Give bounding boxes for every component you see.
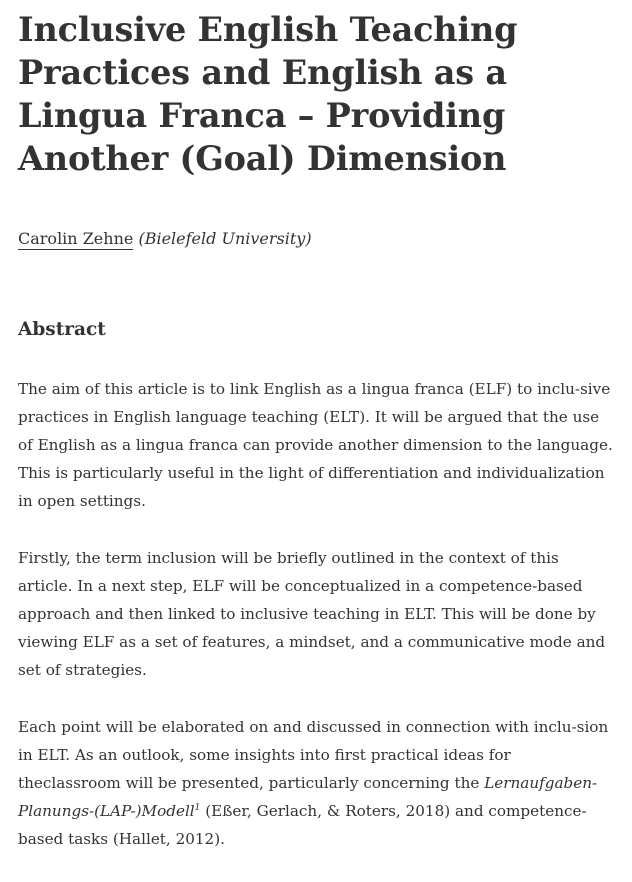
article-title: Inclusive English Teaching Practices and… (18, 10, 518, 178)
abstract-p3-line-3: classroom will be presented, particularl… (42, 774, 485, 792)
lap-model-term-2: Planungs-(LAP-)Modell (18, 802, 195, 820)
abstract-body: The aim of this article is to link Engli… (18, 375, 618, 882)
author-link[interactable]: Carolin Zehne (18, 229, 134, 250)
article-page: Inclusive English Teaching Practices and… (18, 8, 618, 848)
abstract-paragraph-1: The aim of this article is to link Engli… (18, 380, 613, 510)
abstract-p3-line-1: Each point will be elaborated on and dis… (18, 718, 577, 736)
abstract-p3-citation: (Eßer, Gerlach, & Roters, 2018) and comp… (200, 802, 587, 820)
lap-model-term-1: Lernaufgaben- (484, 774, 598, 792)
author-affiliation: (Bielefeld University) (138, 229, 312, 248)
abstract-paragraph-3: Each point will be elaborated on and dis… (18, 713, 618, 853)
abstract-p3-end: based tasks (Hallet, 2012). (18, 830, 225, 848)
abstract-heading: Abstract (18, 319, 106, 340)
abstract-paragraph-2: Firstly, the term inclusion will be brie… (18, 549, 606, 679)
byline: Carolin Zehne (Bielefeld University) (18, 228, 312, 250)
